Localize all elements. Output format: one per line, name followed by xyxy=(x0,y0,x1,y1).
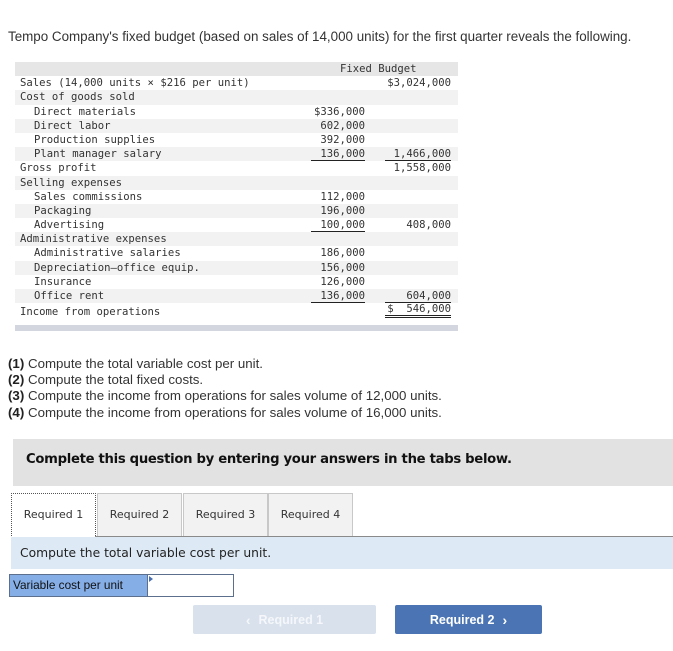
total-value: 408,000 xyxy=(406,219,451,232)
detail-value: 100,000 xyxy=(311,218,365,233)
detail-value: 186,000 xyxy=(320,247,365,260)
total-value: 1,558,000 xyxy=(393,162,451,175)
row-label: Administrative expenses xyxy=(20,233,167,246)
variable-cost-per-unit-field: Variable cost per unit xyxy=(9,574,234,597)
table-row: Depreciation—office equip. 156,000 xyxy=(15,260,458,275)
row-label: Advertising xyxy=(34,219,105,232)
requirement-item: (4) Compute the income from operations f… xyxy=(8,405,442,421)
row-label: Administrative salaries xyxy=(34,247,181,260)
total-value: $3,024,000 xyxy=(387,77,451,90)
requirement-item: (2) Compute the total fixed costs. xyxy=(8,372,442,388)
previous-button-label: Required 1 xyxy=(258,612,324,627)
table-row: Advertising 100,000 408,000 xyxy=(15,218,458,233)
row-label: Depreciation—office equip. xyxy=(34,261,200,274)
next-button-label: Required 2 xyxy=(429,612,495,627)
chevron-right-icon: › xyxy=(502,611,508,628)
row-label: Plant manager salary xyxy=(34,148,162,161)
banner-text: Complete this question by entering your … xyxy=(26,452,512,467)
row-label: Selling expenses xyxy=(20,176,123,189)
detail-value: 136,000 xyxy=(311,289,365,304)
column-header-fixed-budget: Fixed Budget xyxy=(340,63,417,75)
tab-required-1[interactable]: Required 1 xyxy=(11,493,96,538)
table-footer-bar xyxy=(15,325,458,332)
input-marker-icon xyxy=(149,576,153,582)
table-header: Fixed Budget xyxy=(15,62,458,77)
requirement-item: (3) Compute the income from operations f… xyxy=(8,388,442,404)
table-row: Income from operations $ 546,000 xyxy=(15,303,458,321)
next-required-button[interactable]: Required 2 › xyxy=(395,605,542,634)
requirement-text: Compute the total fixed costs. xyxy=(24,372,204,388)
row-label: Office rent xyxy=(34,290,105,302)
row-label: Sales commissions xyxy=(34,190,143,203)
row-label: Direct labor xyxy=(34,119,111,132)
tab-required-4[interactable]: Required 4 xyxy=(268,493,353,536)
requirement-number: (3) xyxy=(8,388,25,404)
requirement-number: (2) xyxy=(8,372,25,388)
total-value: 1,466,000 xyxy=(385,147,451,162)
tab-instruction-panel: Compute the total variable cost per unit… xyxy=(11,537,673,569)
table-row: Gross profit 1,558,000 xyxy=(15,161,458,175)
detail-value: 156,000 xyxy=(320,261,365,274)
table-row: Sales commissions 112,000 xyxy=(15,190,458,204)
table-row: Administrative salaries 186,000 xyxy=(15,246,458,260)
row-label: Gross profit xyxy=(20,162,97,175)
row-label: Insurance xyxy=(34,275,92,288)
requirement-number: (1) xyxy=(8,356,25,371)
tab-required-2[interactable]: Required 2 xyxy=(97,493,182,536)
table-row: Office rent 136,000 604,000 xyxy=(15,289,458,304)
detail-value: 126,000 xyxy=(320,275,365,288)
table-row: Direct materials $336,000 xyxy=(15,105,458,119)
detail-value: 112,000 xyxy=(320,190,365,203)
table-row: Packaging 196,000 xyxy=(15,203,458,219)
table-row: Sales (14,000 units × $216 per unit) $3,0… xyxy=(15,76,458,90)
chevron-left-icon: ‹ xyxy=(245,611,251,628)
row-label: Income from operations xyxy=(20,306,161,319)
row-label: Packaging xyxy=(34,204,92,217)
tab-instruction: Compute the total variable cost per unit… xyxy=(20,546,272,560)
variable-cost-per-unit-input[interactable] xyxy=(148,575,232,596)
total-value: 604,000 xyxy=(385,289,451,304)
problem-intro: Tempo Company's fixed budget (based on s… xyxy=(8,29,632,44)
detail-value: 602,000 xyxy=(320,119,365,132)
table-row: Production supplies 392,000 xyxy=(15,133,458,147)
detail-value: 196,000 xyxy=(320,204,365,217)
table-row: Plant manager salary 136,000 1,466,000 xyxy=(15,147,458,162)
table-row: Insurance 126,000 xyxy=(15,275,458,289)
row-label: Sales (14,000 units × $216 per unit) xyxy=(20,77,250,90)
detail-value: 136,000 xyxy=(311,147,365,162)
detail-value: $336,000 xyxy=(313,105,365,118)
requirement-text: Compute the total variable cost per unit… xyxy=(24,356,263,371)
fixed-budget-table: Fixed Budget Sales (14,000 units × $216 … xyxy=(15,62,458,332)
detail-value: 392,000 xyxy=(320,133,365,146)
instructions-banner: Complete this question by entering your … xyxy=(13,439,673,486)
table-row: Cost of goods sold xyxy=(15,90,458,105)
field-label: Variable cost per unit xyxy=(10,575,148,596)
requirement-number: (4) xyxy=(8,404,25,420)
row-label: Cost of goods sold xyxy=(20,91,135,104)
tab-required-3[interactable]: Required 3 xyxy=(183,493,268,536)
row-label: Production supplies xyxy=(34,133,156,146)
row-label: Direct materials xyxy=(34,105,137,118)
requirements-list: (1) Compute the total variable cost per … xyxy=(8,356,442,421)
table-row: Direct labor 602,000 xyxy=(15,118,458,133)
requirement-text: Compute the income from operations for s… xyxy=(24,404,442,420)
requirement-text: Compute the income from operations for s… xyxy=(24,388,442,404)
previous-required-button[interactable]: ‹ Required 1 xyxy=(193,605,376,634)
table-row: Administrative expenses xyxy=(15,232,458,247)
total-value: $ 546,000 xyxy=(385,303,451,319)
table-row: Selling expenses xyxy=(15,175,458,190)
requirement-item: (1) Compute the total variable cost per … xyxy=(8,356,442,372)
